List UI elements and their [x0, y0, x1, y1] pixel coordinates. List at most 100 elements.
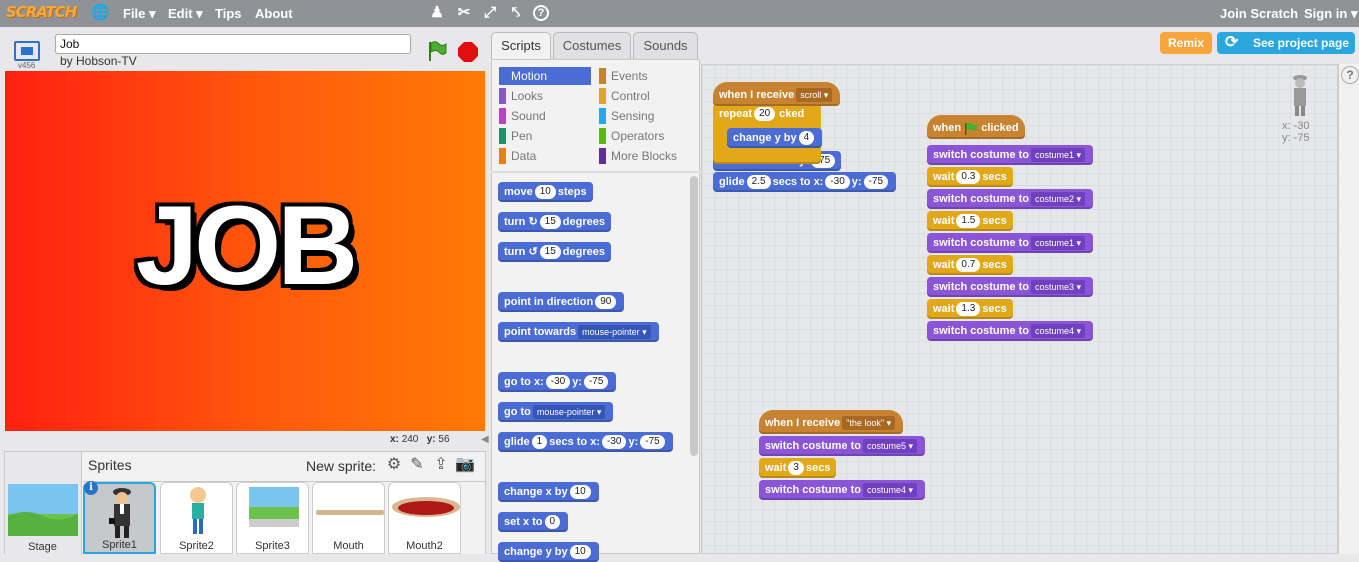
block-go-to[interactable]: go to mouse-pointer [498, 402, 614, 422]
script-change-y-block[interactable]: change y by 4 [727, 128, 823, 148]
category-sound[interactable]: Sound [499, 107, 591, 125]
landscape-sprite-image [249, 487, 299, 527]
sprite-thumbnail[interactable]: Sprite2 [160, 482, 233, 554]
remix-button[interactable]: Remix [1160, 32, 1212, 54]
camera-icon[interactable]: 📷 [455, 456, 475, 474]
shrink-icon[interactable]: ⤣ [507, 4, 525, 22]
script-switch-costume[interactable]: switch costume to costume4 [927, 321, 1094, 341]
block-turn-left[interactable]: turn ↺ 15 degrees [498, 242, 611, 262]
block-go-to-xy[interactable]: go to x: -30 y: -75 [498, 372, 617, 392]
menu-about[interactable]: About [255, 6, 293, 21]
block-glide[interactable]: glide 1 secs to x: -30 y: -75 [498, 432, 673, 452]
tab-scripts[interactable]: Scripts [491, 32, 551, 60]
script-switch-costume[interactable]: switch costume to costume4 [759, 480, 926, 500]
sprite-label: Mouth2 [406, 540, 443, 552]
businessman-sprite-image [109, 488, 131, 538]
mouth-sprite-image [316, 510, 384, 515]
block-move-steps[interactable]: move 10 steps [498, 182, 593, 202]
tab-costumes[interactable]: Costumes [553, 32, 631, 59]
sprite-label: Mouth [333, 540, 364, 552]
category-more-blocks[interactable]: More Blocks [599, 147, 691, 165]
script-when-i-receive-the-look[interactable]: when I receive "the look" [759, 410, 904, 434]
script-when-flag-clicked[interactable]: when clicked [927, 115, 1025, 139]
sprite-label: Sprite2 [179, 540, 214, 552]
project-author: by Hobson-TV [60, 54, 137, 68]
stage-canvas[interactable]: JOB [5, 71, 485, 431]
category-divider [491, 171, 700, 173]
info-icon[interactable]: i [84, 481, 98, 495]
collapse-arrow-icon[interactable]: ◀ [481, 434, 489, 450]
stop-sign-icon[interactable] [458, 42, 478, 62]
see-project-page-button[interactable]: ⟳ See project page [1217, 32, 1355, 54]
script-when-i-receive-scroll[interactable]: when I receive scroll [713, 82, 841, 106]
script-wait[interactable]: wait 0.3 secs [927, 167, 1013, 187]
stage-title-text: JOB [135, 183, 358, 308]
sprites-label: Sprites [88, 457, 132, 473]
duplicate-stamp-icon[interactable]: ♟ [428, 4, 446, 22]
category-looks[interactable]: Looks [499, 87, 591, 105]
script-switch-costume[interactable]: switch costume to costume1 [927, 233, 1094, 253]
paint-brush-icon[interactable]: ✎ [407, 456, 427, 474]
green-flag-icon[interactable] [426, 40, 448, 62]
script-wait[interactable]: wait 1.3 secs [927, 299, 1013, 319]
palette-scrollbar[interactable] [690, 176, 698, 456]
block-set-x[interactable]: set x to 0 [498, 512, 569, 532]
script-wait[interactable]: wait 0.7 secs [927, 255, 1013, 275]
sprite-library-icon[interactable]: ⚙ [384, 456, 404, 474]
stage-thumbnail-image [8, 484, 78, 536]
version-label: v456 [18, 61, 36, 70]
category-sensing[interactable]: Sensing [599, 107, 691, 125]
cut-scissors-icon[interactable]: ✂ [455, 4, 473, 22]
project-title-input[interactable]: Job [55, 34, 411, 54]
mouse-coordinates: x: 240 y: 56 [390, 434, 450, 445]
block-change-y[interactable]: change y by 10 [498, 542, 599, 562]
upload-sprite-icon[interactable]: ⇪ [431, 456, 451, 474]
script-switch-costume[interactable]: switch costume to costume3 [927, 277, 1094, 297]
mouth2-sprite-image [392, 497, 460, 517]
category-operators[interactable]: Operators [599, 127, 691, 145]
category-events[interactable]: Events [599, 67, 691, 85]
rotate-right-icon: ↻ [528, 216, 538, 228]
category-control[interactable]: Control [599, 87, 691, 105]
sprite-label: Stage [28, 541, 57, 553]
category-pen[interactable]: Pen [499, 127, 591, 145]
new-sprite-label: New sprite: [306, 458, 377, 474]
script-wait[interactable]: wait 3 secs [759, 458, 837, 478]
block-change-x[interactable]: change x by 10 [498, 482, 599, 502]
category-data[interactable]: Data [499, 147, 591, 165]
block-point-towards[interactable]: point towards mouse-pointer [498, 322, 659, 342]
green-flag-icon [965, 122, 978, 135]
scratch-logo[interactable]: SCRATCH [6, 3, 77, 21]
fullscreen-icon[interactable] [14, 41, 40, 61]
block-point-in-direction[interactable]: point in direction 90 [498, 292, 625, 312]
sprite-label: Sprite3 [255, 540, 290, 552]
rotate-left-icon: ↺ [528, 246, 538, 258]
kid-sprite-image [190, 487, 206, 534]
script-switch-costume[interactable]: switch costume to costume5 [759, 436, 926, 456]
globe-icon[interactable]: 🌐 [91, 4, 110, 22]
script-switch-costume[interactable]: switch costume to costume2 [927, 189, 1094, 209]
sprite-position: x: -30 y: -75 [1282, 120, 1310, 144]
scripts-scrollbar[interactable] [1338, 64, 1359, 554]
grow-icon[interactable]: ⤢ [481, 4, 499, 22]
sprite-thumbnail[interactable]: Mouth2 [388, 482, 461, 554]
sprite-thumbnail[interactable]: Sprite3 [236, 482, 309, 554]
sign-in-link[interactable]: Sign in ▾ [1304, 6, 1357, 22]
sprite-thumbnail[interactable]: Mouth [312, 482, 385, 554]
category-motion[interactable]: Motion [499, 67, 591, 85]
help-icon[interactable]: ? [533, 5, 549, 21]
stage-thumbnail[interactable]: Stage [6, 482, 79, 554]
script-wait[interactable]: wait 1.5 secs [927, 211, 1013, 231]
sprite-label: Sprite1 [102, 539, 137, 551]
menu-tips[interactable]: Tips [215, 6, 242, 21]
block-turn-right[interactable]: turn ↻ 15 degrees [498, 212, 611, 232]
menu-file[interactable]: File ▾ [123, 6, 156, 22]
join-scratch-link[interactable]: Join Scratch [1220, 6, 1298, 21]
script-glide-block[interactable]: glide 2.5 secs to x: -30 y: -75 [713, 172, 897, 192]
help-icon[interactable]: ? [1341, 66, 1359, 84]
menu-edit[interactable]: Edit ▾ [168, 6, 203, 22]
script-switch-costume[interactable]: switch costume to costume1 [927, 145, 1094, 165]
tab-sounds[interactable]: Sounds [633, 32, 698, 59]
refresh-arrows-icon: ⟳ [1225, 34, 1239, 51]
menu-bar: SCRATCH 🌐 File ▾ Edit ▾ Tips About ♟ ✂ ⤢… [0, 0, 1359, 27]
